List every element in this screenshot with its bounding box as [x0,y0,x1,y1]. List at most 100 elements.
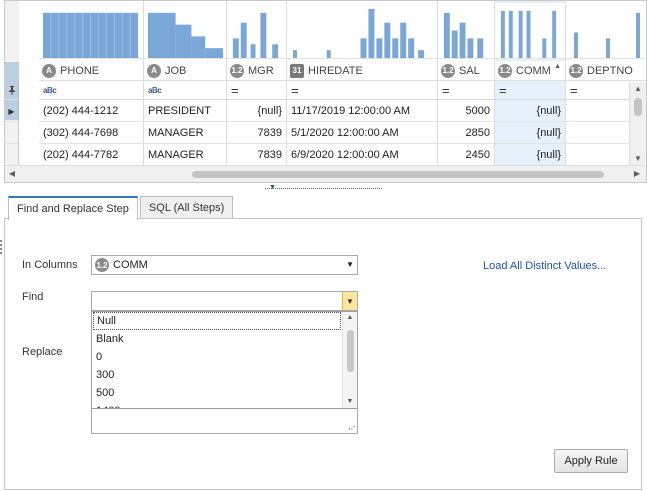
cell-sal[interactable]: 5000 [438,101,494,122]
cell-comm[interactable]: {null} [495,123,565,144]
cell-mgr[interactable]: {null} [227,101,286,122]
cell-job[interactable]: MANAGER [144,145,226,166]
resize-grip-icon[interactable]: ⠠⠔ [345,423,356,432]
column-header-sal[interactable]: 1.2 SAL [438,61,494,81]
mgr-filter[interactable]: = [227,82,286,100]
cell-hiredate[interactable]: 6/9/2020 12:00:00 AM [287,145,437,166]
in-columns-label: In Columns [22,259,78,271]
scroll-down-icon[interactable]: ▼ [343,396,357,408]
cell-phone[interactable]: (302) 444-7698 [39,123,143,144]
tab-find-and-replace-step[interactable]: Find and Replace Step [8,196,138,220]
hiredate-histogram [287,3,437,59]
in-columns-value: COMM [113,259,148,271]
data-grid: ▶ A PHONE aBc (202) 444-1212 (302) 444-7… [4,0,647,183]
cell-job[interactable]: MANAGER [144,123,226,144]
text-filter-icon: aBc [43,86,57,95]
list-item[interactable]: Blank [92,330,357,348]
column-header-deptno[interactable]: 1.2 DEPTNO [566,61,646,81]
cell-phone[interactable]: (202) 444-1212 [39,101,143,122]
column-header-hiredate[interactable]: 31 HIREDATE [287,61,437,81]
job-filter[interactable]: aBc [144,82,226,100]
scroll-up-icon[interactable]: ▲ [630,82,646,95]
pin-icon[interactable] [5,82,18,100]
number-type-icon: 1.2 [569,63,583,78]
column-header-mgr[interactable]: 1.2 MGR [227,61,286,81]
scroll-down-icon[interactable]: ▼ [630,152,646,165]
number-type-icon: 1.2 [441,63,455,78]
cell-hiredate[interactable]: 11/17/2019 12:00:00 AM [287,101,437,122]
number-type-icon: 1.2 [95,258,109,272]
cell-phone[interactable]: (202) 444-7782 [39,145,143,166]
text-type-icon: A [42,63,56,78]
list-item[interactable]: 1400 [92,402,357,408]
apply-rule-button[interactable]: Apply Rule [554,449,628,473]
list-scrollbar[interactable]: ▲ ▼ [342,312,357,408]
list-item[interactable]: 300 [92,366,357,384]
column-header-job[interactable]: A JOB [144,61,226,81]
list-item[interactable]: Null [93,312,341,330]
list-item[interactable]: 0 [92,348,357,366]
sal-filter[interactable]: = [438,82,494,100]
replace-label: Replace [22,346,63,358]
row-header-column: ▶ [5,1,19,182]
grid-vertical-scrollbar[interactable]: ▲ ▼ [629,82,646,165]
column-job[interactable]: A JOB aBc PRESIDENT MANAGER MANAGER [144,1,227,182]
mgr-histogram [227,3,286,59]
cell-comm[interactable]: {null} [495,101,565,122]
grid-horizontal-scrollbar[interactable]: ◀ ▶ [5,165,646,182]
comm-filter[interactable]: = [495,82,565,100]
find-combobox[interactable]: ▼ [91,291,358,311]
cell-hiredate[interactable]: 5/1/2020 12:00:00 AM [287,123,437,144]
cell-mgr[interactable]: 7839 [227,145,286,166]
equals-filter-icon: = [442,82,450,98]
column-header-comm[interactable]: 1.2 COMM ▲ [495,61,565,81]
text-type-icon: A [147,63,161,78]
cell-sal[interactable]: 2450 [438,145,494,166]
scroll-thumb[interactable] [634,98,642,116]
collapse-arrow-icon[interactable]: ▼ [269,184,276,191]
calendar-icon: 31 [290,63,304,78]
phone-filter[interactable]: aBc [39,82,143,100]
phone-histogram [39,3,143,59]
replace-textarea[interactable]: ⠠⠔ [91,409,358,434]
chevron-down-icon[interactable]: ▼ [342,292,357,310]
column-hiredate[interactable]: 31 HIREDATE = 11/17/2019 12:00:00 AM 5/1… [287,1,438,182]
column-header-phone[interactable]: A PHONE [39,61,143,81]
text-filter-icon: aBc [148,86,162,95]
equals-filter-icon: = [291,82,299,98]
hiredate-filter[interactable]: = [287,82,437,100]
cell-job[interactable]: PRESIDENT [144,101,226,122]
sal-histogram [438,3,494,59]
cell-sal[interactable]: 2850 [438,123,494,144]
chevron-down-icon[interactable]: ▼ [346,260,354,269]
row-header[interactable] [5,145,18,166]
scroll-up-icon[interactable]: ▲ [343,312,357,324]
scroll-right-icon[interactable]: ▶ [630,166,644,182]
load-all-distinct-values-link[interactable]: Load All Distinct Values... [483,260,606,272]
column-phone[interactable]: A PHONE aBc (202) 444-1212 (302) 444-769… [39,1,144,182]
equals-filter-icon: = [499,82,507,98]
scroll-thumb[interactable] [347,330,354,372]
sort-arrow-icon[interactable]: ▲ [554,63,561,70]
equals-filter-icon: = [231,82,239,98]
tab-sql-all-steps[interactable]: SQL (All Steps) [139,196,234,219]
cell-comm[interactable]: {null} [495,145,565,166]
find-dropdown-list[interactable]: Null Blank 0 300 500 1400 ▲ ▼ [91,311,358,409]
deptno-histogram [566,3,646,59]
panel-splitter[interactable]: ▼ [265,184,382,191]
column-comm[interactable]: 1.2 COMM ▲ = {null} {null} {null} [495,1,566,182]
find-label: Find [22,291,44,303]
scroll-thumb[interactable] [192,171,604,178]
column-mgr[interactable]: 1.2 MGR = {null} 7839 7839 [227,1,287,182]
side-grip[interactable] [0,240,2,254]
step-tabs: Find and Replace Step SQL (All Steps) [8,196,235,220]
in-columns-select[interactable]: 1.2 COMM ▼ [91,255,358,275]
current-row-marker: ▶ [5,101,18,122]
column-sal[interactable]: 1.2 SAL = 5000 2850 2450 [438,1,495,182]
scroll-left-icon[interactable]: ◀ [5,166,19,182]
cell-mgr[interactable]: 7839 [227,123,286,144]
number-type-icon: 1.2 [498,63,512,78]
number-type-icon: 1.2 [230,63,244,78]
row-header[interactable] [5,123,18,144]
list-item[interactable]: 500 [92,384,357,402]
